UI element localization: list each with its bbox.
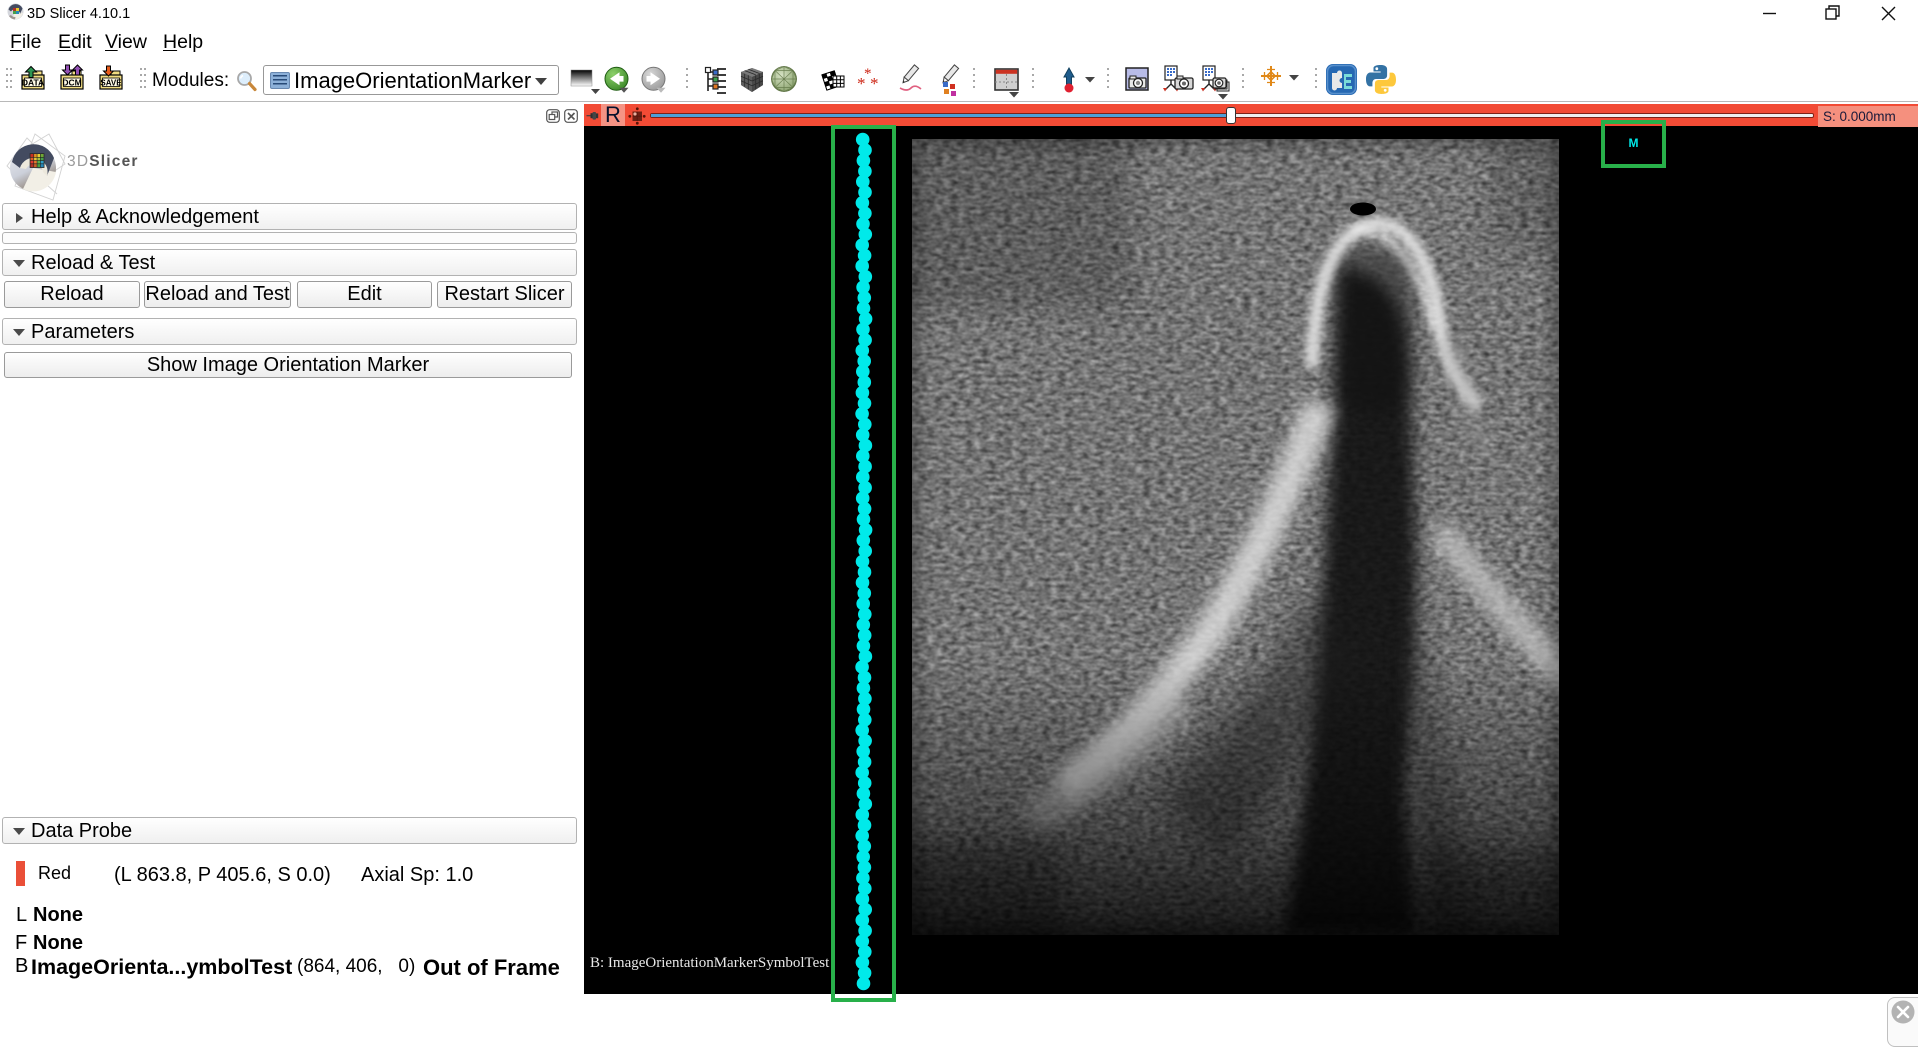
svg-text:SAVE: SAVE: [100, 79, 122, 88]
svg-text:DATA: DATA: [22, 78, 44, 88]
svg-text:*: *: [870, 74, 879, 93]
svg-text:*: *: [857, 74, 866, 93]
svg-text:DCM: DCM: [62, 78, 81, 88]
